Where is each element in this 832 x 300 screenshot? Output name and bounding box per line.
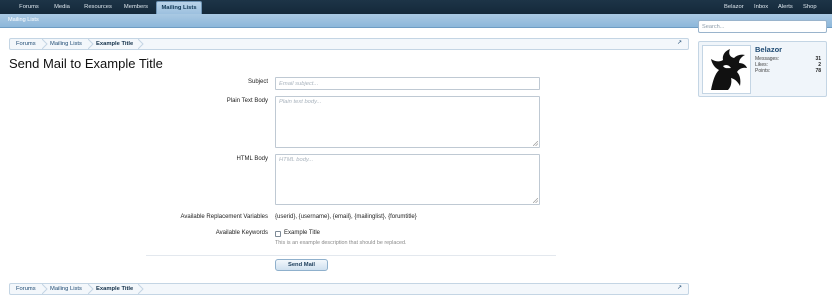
replacement-variables-label: Available Replacement Variables (180, 214, 269, 220)
breadcrumb-mailing-lists[interactable]: Mailing Lists (50, 284, 82, 294)
stat-points: Points: 78 (755, 68, 821, 74)
breadcrumb-forums[interactable]: Forums (16, 284, 36, 294)
jump-to-icon[interactable]: ↗ (677, 40, 684, 47)
nav-user-link[interactable]: Belazor (724, 0, 744, 14)
tab-resources[interactable]: Resources (82, 0, 114, 14)
breadcrumb: Forums Mailing Lists Example Title ↗ (9, 38, 689, 50)
jump-to-icon[interactable]: ↗ (677, 285, 684, 292)
avatar[interactable] (702, 45, 751, 94)
dragon-avatar-icon (711, 49, 747, 90)
breadcrumb-separator-icon (42, 39, 48, 49)
search-input[interactable] (698, 20, 827, 33)
resize-grip-icon[interactable] (533, 141, 538, 146)
tab-members[interactable]: Members (120, 0, 152, 14)
nav-alerts-link[interactable]: Alerts (778, 0, 793, 14)
subject-label: Subject (247, 79, 268, 85)
breadcrumb-separator-icon (88, 284, 94, 294)
breadcrumb-current[interactable]: Example Title (96, 39, 133, 49)
breadcrumb-forums[interactable]: Forums (16, 39, 36, 49)
breadcrumb-separator-icon (88, 39, 94, 49)
keyword-checkbox[interactable] (275, 231, 281, 237)
breadcrumb-separator-icon (138, 39, 144, 49)
tab-forums[interactable]: Forums (14, 0, 44, 14)
page-title: Send Mail to Example Title (9, 56, 163, 71)
plain-text-body-textarea[interactable] (275, 96, 540, 148)
resize-grip-icon[interactable] (533, 198, 538, 203)
keyword-option-label[interactable]: Example Title (284, 230, 320, 236)
nav-inbox-link[interactable]: Inbox (754, 0, 768, 14)
breadcrumb-separator-icon (42, 284, 48, 294)
form-divider (146, 255, 556, 256)
html-body-label: HTML Body (236, 156, 268, 162)
breadcrumb-mailing-lists[interactable]: Mailing Lists (50, 39, 82, 49)
top-navigation: Forums Media Resources Members Mailing L… (0, 0, 832, 14)
keyword-description: This is an example description that shou… (275, 240, 407, 246)
tab-media[interactable]: Media (50, 0, 74, 14)
breadcrumb-current[interactable]: Example Title (96, 284, 133, 294)
replacement-variables-value: {userid}, {username}, {email}, {mailingl… (275, 214, 417, 220)
subject-input[interactable] (275, 77, 540, 90)
username[interactable]: Belazor (755, 45, 782, 54)
available-keywords-label: Available Keywords (215, 230, 268, 236)
send-mail-button[interactable]: Send Mail (275, 259, 328, 271)
breadcrumb-separator-icon (138, 284, 144, 294)
sub-nav-mailing-lists[interactable]: Mailing Lists (8, 14, 39, 26)
breadcrumb-bottom: Forums Mailing Lists Example Title ↗ (9, 283, 689, 295)
tab-mailing-lists[interactable]: Mailing Lists (156, 1, 202, 14)
html-body-textarea[interactable] (275, 154, 540, 205)
nav-shop-link[interactable]: Shop (803, 0, 817, 14)
plain-text-body-label: Plain Text Body (226, 98, 268, 104)
user-card: Belazor Messages: 31 Likes: 2 Points: 78 (698, 41, 827, 97)
